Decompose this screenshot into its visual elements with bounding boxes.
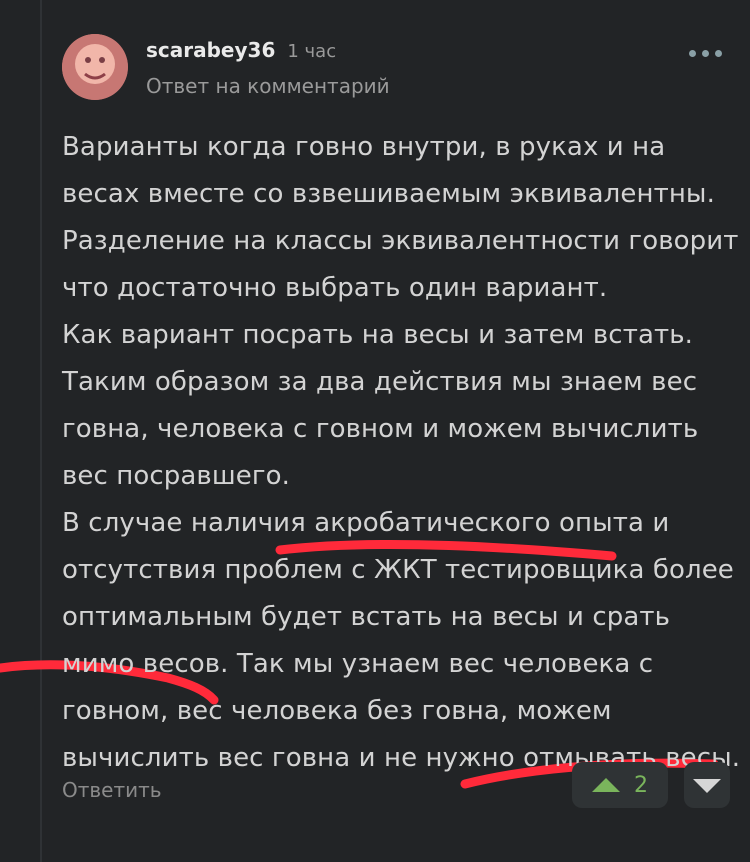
more-dots-icon [702, 50, 709, 57]
avatar-image-icon [62, 34, 128, 100]
avatar[interactable] [62, 34, 128, 100]
comment-line: оптимальным будет встать на весы и срать [62, 602, 671, 632]
comment-line: вес посравшего. [62, 461, 290, 491]
comment-line: мимо весов. Так мы узнаем вес человека с [62, 649, 654, 679]
upvote-button[interactable]: 2 [572, 762, 668, 808]
comment-line: что достаточно выбрать один вариант. [62, 273, 608, 303]
comment-line: Разделение на классы эквивалентности гов… [62, 226, 739, 256]
comment-line: говна, человека с говном и можем вычисли… [62, 414, 699, 444]
user-row: scarabey36 1 час [146, 38, 390, 62]
comment-body: Варианты когда говно внутри, в руках и н… [62, 124, 740, 782]
triangle-down-icon [693, 779, 721, 793]
downvote-button[interactable] [684, 762, 730, 808]
triangle-up-icon [592, 778, 620, 792]
comment: scarabey36 1 час Ответ на комментарий Ва… [62, 30, 740, 782]
reply-button[interactable]: Ответить [62, 778, 162, 802]
more-options-button[interactable] [689, 50, 722, 57]
comment-line: отсутствия проблем с ЖКТ тестировщика бо… [62, 555, 734, 585]
more-dots-icon [715, 50, 722, 57]
comment-meta: scarabey36 1 час Ответ на комментарий [146, 38, 390, 98]
comment-line: говном, вес человека без говна, можем [62, 696, 612, 726]
reply-context[interactable]: Ответ на комментарий [146, 74, 390, 98]
timestamp: 1 час [287, 41, 337, 62]
thread-line [40, 0, 42, 862]
comment-line: В случае наличия акробатического опыта и [62, 508, 670, 538]
comment-line: Таким образом за два действия мы знаем в… [62, 367, 698, 397]
username[interactable]: scarabey36 [146, 38, 275, 62]
vote-count: 2 [634, 772, 648, 798]
comment-line: Варианты когда говно внутри, в руках и н… [62, 132, 666, 162]
comment-footer: Ответить 2 [62, 762, 730, 832]
comment-line: Как вариант посрать на весы и затем вста… [62, 320, 694, 350]
comment-header: scarabey36 1 час Ответ на комментарий [62, 30, 724, 106]
more-dots-icon [689, 50, 696, 57]
comment-line: весах вместе со взвешиваемым эквивалентн… [62, 179, 715, 209]
